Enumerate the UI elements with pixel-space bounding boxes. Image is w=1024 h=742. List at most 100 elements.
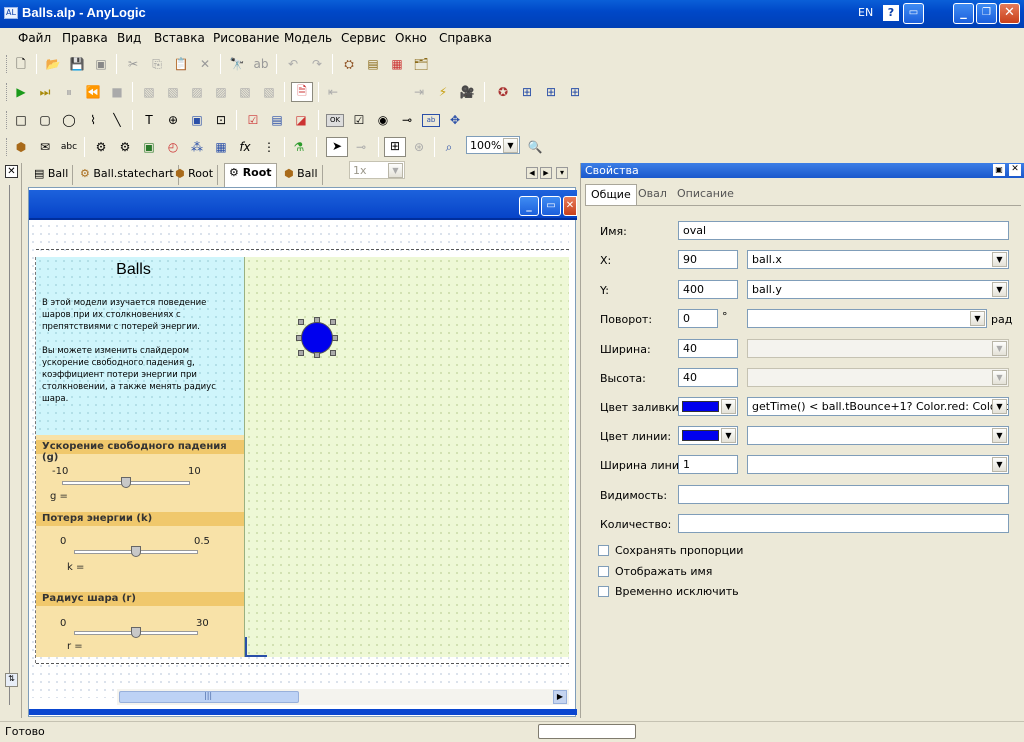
flask-icon[interactable]: ⚗	[290, 139, 308, 155]
slow-down-icon[interactable]: ⇤	[324, 84, 342, 100]
redo-icon[interactable]: ↷	[308, 56, 326, 72]
help-icon[interactable]: ?	[883, 5, 899, 21]
minimize-button[interactable]: _	[519, 196, 539, 216]
connector-icon[interactable]: ⊸	[352, 139, 370, 155]
energy-loss-slider[interactable]	[74, 546, 198, 557]
step-icon[interactable]: ⏭	[36, 84, 54, 100]
chevron-down-icon[interactable]: ▼	[992, 399, 1007, 414]
library-icon[interactable]: ▤	[364, 56, 382, 72]
count-field[interactable]	[678, 514, 1009, 533]
width-field[interactable]: 40	[678, 339, 738, 358]
tab-list-icon[interactable]: ▾	[556, 167, 568, 179]
message-icon[interactable]: ✉	[36, 139, 54, 155]
panel-splitter[interactable]	[9, 185, 10, 705]
table-icon[interactable]: ▤	[268, 112, 286, 128]
chart-b-icon[interactable]: ⊞	[542, 84, 560, 100]
exclude-checkbox[interactable]	[598, 586, 609, 597]
keep-proportions-checkbox[interactable]	[598, 545, 609, 556]
fill-color-expression-field[interactable]: getTime() < ball.tBounce+1? Color.red: C…	[747, 397, 1009, 416]
open-folder-icon[interactable]: 📂	[44, 56, 62, 72]
analysis-icon[interactable]: ☑	[244, 112, 262, 128]
close-icon[interactable]: ✕	[5, 165, 18, 178]
button-control-icon[interactable]: OK	[326, 114, 344, 127]
select-pointer-icon[interactable]: ➤	[326, 137, 348, 157]
selection-handle[interactable]	[332, 335, 338, 341]
gravity-slider[interactable]	[62, 477, 190, 488]
language-indicator[interactable]: EN	[858, 6, 873, 19]
undo-icon[interactable]: ↶	[284, 56, 302, 72]
tab-general[interactable]: Общие	[585, 184, 637, 205]
paste-icon[interactable]: 📋	[172, 56, 190, 72]
applet-icon[interactable]: ▦	[388, 56, 406, 72]
dataset-icon[interactable]: ⁂	[188, 139, 206, 155]
menu-service[interactable]: Сервис	[341, 31, 386, 45]
polyline-icon[interactable]: ⌇	[84, 112, 102, 128]
scrollbar-thumb[interactable]: |||	[119, 691, 299, 703]
export-icon[interactable]: 🗂	[412, 56, 430, 72]
debug-icon[interactable]: ✪	[494, 84, 512, 100]
chevron-down-icon[interactable]: ▼	[992, 428, 1007, 443]
cut-icon[interactable]: ✂	[124, 56, 142, 72]
rotation-field[interactable]: 0	[678, 309, 718, 328]
close-button[interactable]: ✕	[999, 3, 1020, 24]
find-icon[interactable]: 🔭	[228, 56, 246, 72]
realtime-icon[interactable]: ⚡	[434, 84, 452, 100]
scroll-right-icon[interactable]: ▶	[553, 690, 567, 704]
maximize-button[interactable]: ❐	[976, 3, 997, 24]
table-function-icon[interactable]: ▦	[212, 139, 230, 155]
menu-help[interactable]: Справка	[439, 31, 492, 45]
model-d-icon[interactable]: ▧	[236, 84, 254, 100]
pause-icon[interactable]: ⏸	[60, 84, 78, 100]
x-expression-field[interactable]: ball.x ▼	[747, 250, 1009, 269]
parameter-icon[interactable]: ⋮	[260, 139, 278, 155]
save-icon[interactable]: 💾	[68, 56, 86, 72]
new-file-icon[interactable]: 🗋	[12, 56, 30, 72]
zoom-in-icon[interactable]: 🔍	[526, 139, 544, 155]
minimize-button[interactable]: _	[953, 3, 974, 24]
save-all-icon[interactable]: ▣	[92, 56, 110, 72]
state-icon[interactable]: ⚙	[116, 139, 134, 155]
edit-control-icon[interactable]: ab	[422, 114, 440, 127]
selection-handle[interactable]	[298, 319, 304, 325]
selection-handle[interactable]	[298, 350, 304, 356]
menu-file[interactable]: Файл	[18, 31, 51, 45]
replace-icon[interactable]: ab	[252, 56, 270, 72]
check-model-icon[interactable]: 🗎	[291, 82, 313, 102]
chart-icon[interactable]: ◪	[292, 112, 310, 128]
fill-color-picker[interactable]: ▼	[678, 397, 738, 416]
chart-a-icon[interactable]: ⊞	[518, 84, 536, 100]
tab-root[interactable]: ⬢ Root	[171, 165, 219, 185]
ball-oval[interactable]	[301, 322, 333, 354]
line-width-field[interactable]: 1	[678, 455, 738, 474]
copy-model-icon[interactable]: ▧	[140, 84, 158, 100]
tab-scroll-left-icon[interactable]: ◀	[526, 167, 538, 179]
line-color-expression-field[interactable]: ▼	[747, 426, 1009, 445]
chevron-down-icon[interactable]: ▼	[721, 428, 736, 443]
move-control-icon[interactable]: ✥	[446, 112, 464, 128]
horizontal-scrollbar[interactable]: ||| ▶	[117, 689, 569, 705]
transform-icon[interactable]: ⊕	[164, 112, 182, 128]
selection-handle[interactable]	[330, 350, 336, 356]
menu-edit[interactable]: Правка	[62, 31, 108, 45]
gravity-slider-thumb[interactable]	[121, 477, 131, 488]
oval-icon[interactable]: ◯	[60, 112, 78, 128]
close-button[interactable]: ✕	[563, 196, 577, 216]
line-width-expression-field[interactable]: ▼	[747, 455, 1009, 474]
name-field[interactable]: oval	[678, 221, 1009, 240]
chevron-down-icon[interactable]: ▼	[992, 457, 1007, 472]
run-icon[interactable]: ▶	[12, 84, 30, 100]
build-icon[interactable]: ⛭	[340, 56, 358, 72]
grid-icon[interactable]: ⊞	[384, 137, 406, 157]
chevron-down-icon[interactable]: ▼	[721, 399, 736, 414]
restore-icon[interactable]: ▭	[903, 3, 924, 24]
line-color-picker[interactable]: ▼	[678, 426, 738, 445]
selection-handle[interactable]	[296, 335, 302, 341]
y-expression-field[interactable]: ball.y ▼	[747, 280, 1009, 299]
zoom-tool-icon[interactable]: ⌕	[440, 139, 458, 155]
menu-model[interactable]: Модель	[284, 31, 332, 45]
radio-control-icon[interactable]: ◉	[374, 112, 392, 128]
copy-icon[interactable]: ⎘	[148, 56, 166, 72]
statechart-icon[interactable]: ⚙	[92, 139, 110, 155]
zoom-select[interactable]: 100% ▼	[466, 136, 520, 154]
active-object-icon[interactable]: ⬢	[12, 139, 30, 155]
